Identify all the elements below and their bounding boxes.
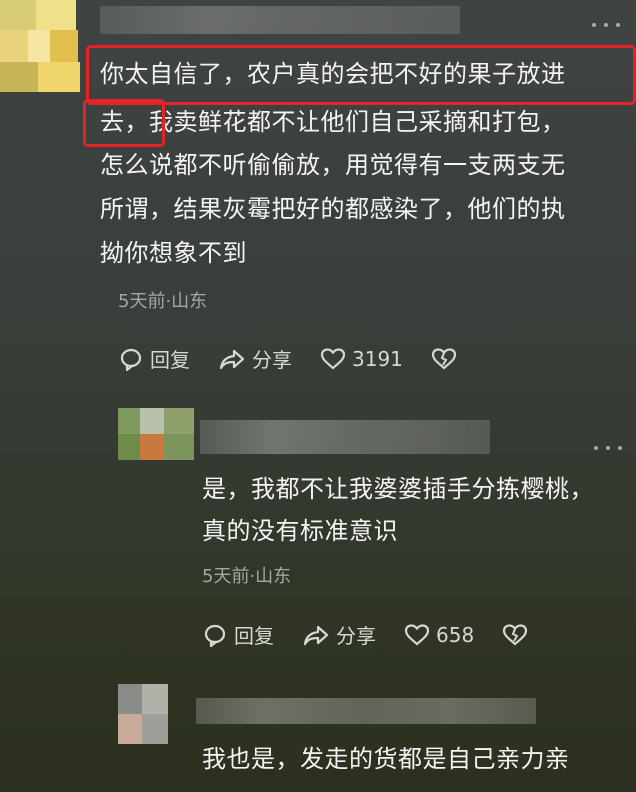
heart-icon xyxy=(404,623,430,645)
share-icon xyxy=(219,349,245,369)
reply-label: 回复 xyxy=(234,624,274,648)
comment-actions: 回复 分享 3191 xyxy=(118,344,491,373)
username-blurred xyxy=(196,698,536,724)
share-button[interactable]: 分享 xyxy=(218,344,292,373)
comment-text-line: 拗你想象不到 xyxy=(100,239,247,267)
comment-text-rest: 我卖鲜花都不让他们自己采摘和打包， xyxy=(149,108,566,136)
reply-icon xyxy=(204,624,226,647)
avatar[interactable] xyxy=(0,0,86,96)
highlight-box xyxy=(86,45,636,105)
heart-icon xyxy=(320,347,346,369)
comment-meta: 5天前·山东 xyxy=(118,291,208,312)
reply-button[interactable]: 回复 xyxy=(118,344,190,373)
username-blurred xyxy=(100,6,460,34)
dislike-button[interactable] xyxy=(502,623,534,647)
like-button[interactable]: 658 xyxy=(404,623,474,647)
comment-actions: 回复 分享 658 xyxy=(202,620,562,649)
comment-text-line: 我也是，发走的货都是自己亲力亲 xyxy=(202,745,570,773)
comment-text-line: 去，我卖鲜花都不让他们自己采摘和打包， xyxy=(100,103,566,141)
comment-text-line: 真的没有标准意识 xyxy=(202,517,398,545)
dislike-button[interactable] xyxy=(431,347,463,371)
reply-icon xyxy=(120,348,142,371)
share-label: 分享 xyxy=(252,348,292,372)
highlight-box xyxy=(83,99,165,147)
reply-label: 回复 xyxy=(150,348,190,372)
comment-meta: 5天前·山东 xyxy=(202,566,292,587)
broken-heart-icon xyxy=(503,623,528,645)
reply-button[interactable]: 回复 xyxy=(202,620,274,649)
more-dots-icon[interactable] xyxy=(590,437,630,450)
broken-heart-icon xyxy=(431,347,457,369)
share-label: 分享 xyxy=(336,624,376,648)
comment-text-line: 是，我都不让我婆婆插手分拣樱桃， xyxy=(202,475,594,503)
like-button[interactable]: 3191 xyxy=(320,347,403,371)
more-dots-icon[interactable] xyxy=(588,14,628,27)
like-count: 3191 xyxy=(352,346,403,371)
avatar[interactable] xyxy=(118,408,194,460)
username-blurred xyxy=(200,420,490,454)
comment-text-line: 怎么说都不听偷偷放，用觉得有一支两支无 xyxy=(100,151,566,179)
share-icon xyxy=(303,625,329,645)
avatar[interactable] xyxy=(118,684,168,744)
comment-text-line: 所谓，结果灰霉把好的都感染了，他们的执 xyxy=(100,195,566,223)
share-button[interactable]: 分享 xyxy=(302,620,376,649)
like-count: 658 xyxy=(436,622,475,647)
